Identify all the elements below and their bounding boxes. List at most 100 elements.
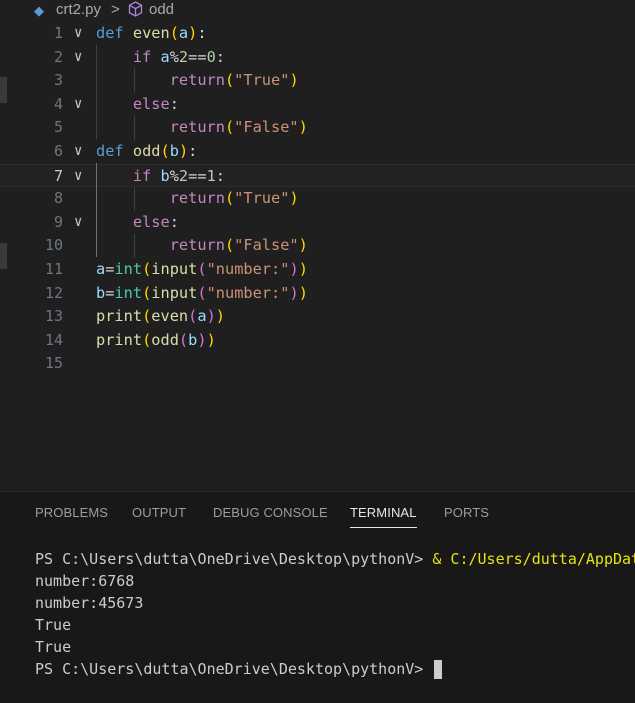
code-token: ( <box>224 189 235 208</box>
tab-output[interactable]: OUTPUT <box>132 505 186 520</box>
code-token: : <box>215 47 225 66</box>
terminal-prompt: PS C:\Users\dutta\OneDrive\Desktop\pytho… <box>35 660 433 678</box>
code-token: ( <box>224 71 235 90</box>
code-text: else: <box>96 211 179 235</box>
code-token: print <box>96 307 143 326</box>
fold-chevron-icon[interactable]: ∨ <box>74 22 82 46</box>
fold-chevron-icon[interactable]: ∨ <box>74 93 82 117</box>
code-token: return <box>169 71 225 90</box>
code-token: "True" <box>234 71 290 90</box>
code-token: even <box>151 307 189 326</box>
breadcrumb-symbol[interactable]: odd <box>149 1 174 19</box>
code-token: ( <box>142 330 152 349</box>
code-token: : <box>215 166 225 185</box>
code-line[interactable]: 13 print(even(a)) <box>0 305 635 329</box>
code-line[interactable]: 14 print(odd(b)) <box>0 329 635 353</box>
code-token: : <box>197 24 207 42</box>
code-line[interactable]: 1 ∨ def even(a): <box>0 22 635 46</box>
line-number: 10 <box>44 236 63 255</box>
line-number: 14 <box>44 330 63 349</box>
code-token: even <box>132 24 170 42</box>
breadcrumb: ◆ crt2.py > odd <box>0 0 635 20</box>
line-number: 13 <box>44 307 63 326</box>
terminal-output: True <box>35 616 72 634</box>
code-text: print(odd(b)) <box>96 329 216 353</box>
code-token: input <box>151 283 198 302</box>
line-number: 2 <box>53 47 63 66</box>
code-text: def even(a): <box>96 22 207 46</box>
fold-chevron-icon[interactable]: ∨ <box>74 140 82 164</box>
code-token: ( <box>142 307 152 326</box>
code-token: b <box>96 283 106 302</box>
line-number: 7 <box>53 166 63 185</box>
fold-chevron-icon[interactable]: ∨ <box>74 165 82 189</box>
code-token: else <box>132 94 170 113</box>
code-token: ) <box>289 71 299 90</box>
indent-guide-active <box>96 163 97 257</box>
code-token: 1 <box>206 166 216 185</box>
code-text: return("False") <box>96 234 308 258</box>
code-text: def odd(b): <box>96 140 197 164</box>
code-token: ( <box>160 142 170 160</box>
tab-ports[interactable]: PORTS <box>444 505 489 520</box>
fold-chevron-icon[interactable]: ∨ <box>74 46 82 70</box>
code-line[interactable]: 11 a=int(input("number:")) <box>0 258 635 282</box>
code-token: ) <box>298 236 308 255</box>
indent-guide <box>134 116 135 140</box>
tab-problems[interactable]: PROBLEMS <box>35 505 108 520</box>
code-token: print <box>96 330 143 349</box>
code-token: ( <box>178 330 189 349</box>
breadcrumb-file[interactable]: crt2.py <box>56 1 101 19</box>
code-token: ) <box>289 260 299 278</box>
tab-debug-console[interactable]: DEBUG CONSOLE <box>213 505 328 520</box>
code-token: ( <box>224 236 235 255</box>
line-number: 15 <box>44 354 63 373</box>
code-line[interactable]: 12 b=int(input("number:")) <box>0 282 635 306</box>
code-token: input <box>151 260 198 278</box>
bottom-panel: PROBLEMS OUTPUT DEBUG CONSOLE TERMINAL PORTS… <box>0 491 635 703</box>
code-token: def <box>96 142 124 160</box>
code-text: return("True") <box>96 187 299 211</box>
code-token: else <box>132 212 170 231</box>
code-token: : <box>169 212 179 231</box>
line-number: 9 <box>53 212 63 231</box>
line-number: 11 <box>44 260 63 278</box>
code-token: "True" <box>234 189 290 208</box>
code-token: ) <box>215 307 225 326</box>
code-editor[interactable]: 1 ∨ def even(a): 2 ∨ if a%2==0: 3 return("Tru… <box>0 21 635 491</box>
terminal-input-line[interactable]: PS C:\Users\dutta\OneDrive\Desktop\pytho… <box>35 658 443 680</box>
fold-chevron-icon[interactable]: ∨ <box>74 211 82 235</box>
code-token: : <box>188 142 198 160</box>
code-token: ) <box>178 142 189 160</box>
line-number: 8 <box>53 189 63 208</box>
line-number: 6 <box>53 142 63 160</box>
code-text: else: <box>96 93 179 117</box>
code-token: ) <box>197 330 207 349</box>
code-token: odd <box>132 142 161 160</box>
code-token: ) <box>188 24 198 42</box>
tab-terminal[interactable]: TERMINAL <box>350 505 417 528</box>
terminal-command: & C:/Users/dutta/AppData <box>432 550 635 568</box>
code-line[interactable]: 15 <box>0 352 635 376</box>
code-token: "False" <box>234 236 299 255</box>
indent-guide <box>96 45 97 139</box>
code-token: == <box>188 166 207 185</box>
code-token: ) <box>298 283 308 302</box>
code-token: b <box>160 166 170 185</box>
code-token: ( <box>169 24 179 42</box>
line-number: 1 <box>53 24 63 42</box>
code-token: return <box>169 189 225 208</box>
code-token: "number:" <box>206 260 290 278</box>
code-token: "number:" <box>206 283 290 302</box>
code-token: ( <box>142 260 152 278</box>
code-token: def <box>96 24 124 42</box>
line-number: 4 <box>53 94 63 113</box>
code-line[interactable]: 6 ∨ def odd(b): <box>0 140 635 164</box>
code-token: a <box>178 24 189 42</box>
code-token: 0 <box>206 47 216 66</box>
